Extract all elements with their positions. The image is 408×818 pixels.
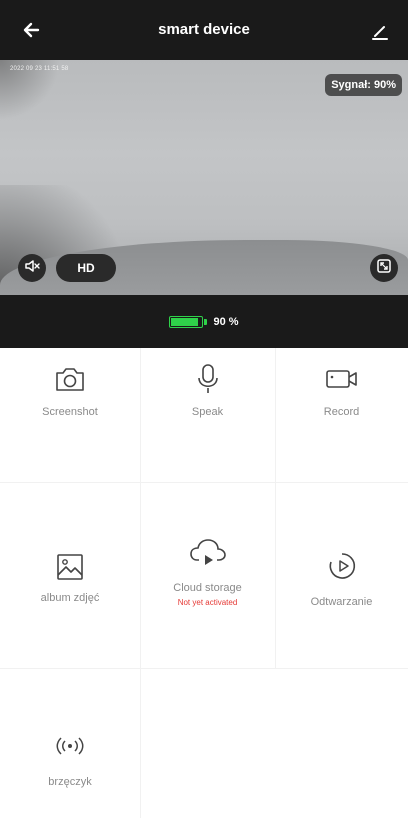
cloud-storage-button[interactable]: Cloud storage Not yet activated [140,482,275,668]
record-button[interactable]: Record [275,348,408,482]
fullscreen-button[interactable] [370,254,398,282]
divider [140,668,141,818]
buzzer-button[interactable]: brzęczyk [0,668,140,818]
album-button[interactable]: album zdjęć [0,482,140,668]
playback-button[interactable]: Odtwarzanie [275,482,408,668]
edit-pencil-icon[interactable] [366,17,394,45]
signal-badge: Sygnał: 90% [325,74,402,96]
battery-level-fill [171,317,199,326]
speak-button[interactable]: Speak [140,348,275,482]
cloud-play-icon [189,538,227,573]
battery-status-bar: 90 % [0,295,408,348]
album-label: album zdjęć [40,592,100,604]
battery-body [169,315,204,328]
battery-icon [169,315,208,328]
image-icon [55,552,85,587]
broadcast-icon [53,734,87,763]
screenshot-button[interactable]: Screenshot [0,348,140,482]
fullscreen-icon [375,257,393,280]
record-label: Record [323,406,360,418]
playback-label: Odtwarzanie [310,596,373,608]
screenshot-label: Screenshot [42,406,98,418]
buzzer-label: brzęczyk [48,776,92,788]
actions-grid: Screenshot Speak Record album zdjęć Clou… [0,348,408,818]
camera-live-view[interactable]: 2022 09 23 11:51 58 Sygnał: 90% HD [0,60,408,295]
microphone-icon [195,362,221,401]
cloud-status-label: Not yet activated [177,598,238,607]
cloud-storage-label: Cloud storage [173,582,242,594]
video-camera-icon [324,366,360,397]
mute-button[interactable] [18,254,46,282]
quality-hd-button[interactable]: HD [56,254,116,282]
speak-label: Speak [191,406,224,418]
top-bar: smart device [0,0,408,60]
battery-percent: 90 % [213,315,239,328]
speaker-muted-icon [23,257,41,280]
page-title: smart device [158,21,250,38]
camera-icon [53,364,87,399]
replay-play-icon [326,550,358,587]
video-timestamp: 2022 09 23 11:51 58 [10,66,69,72]
battery-tip [204,318,208,325]
